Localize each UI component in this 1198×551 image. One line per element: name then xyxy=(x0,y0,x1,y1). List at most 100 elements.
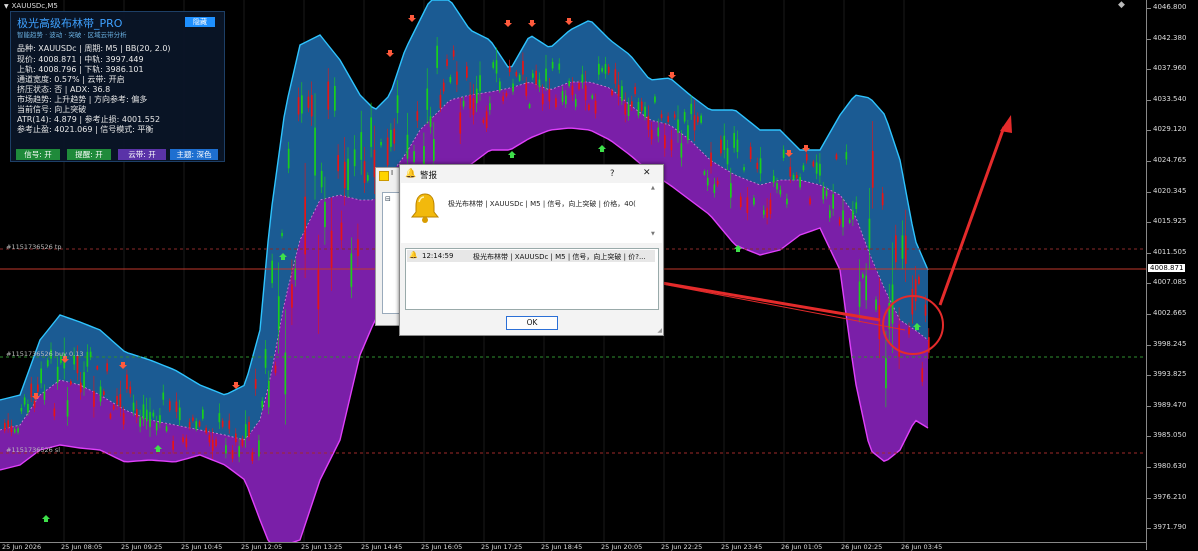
candle-body xyxy=(885,358,887,389)
dropdown-triangle-icon[interactable]: ▼ xyxy=(4,3,9,10)
candle-body xyxy=(70,381,72,385)
close-button[interactable]: ✕ xyxy=(643,168,651,178)
candle-body xyxy=(314,127,316,176)
symbol-text: XAUUSDc,M5 xyxy=(11,2,58,10)
candle-body xyxy=(152,412,155,417)
candle-body xyxy=(449,76,452,83)
candle-body xyxy=(106,363,108,372)
candle-body xyxy=(835,154,838,160)
candle-body xyxy=(304,196,306,255)
ok-button[interactable]: OK xyxy=(506,316,558,330)
bell-icon: 🔔 xyxy=(405,169,417,179)
candle-body xyxy=(89,351,92,357)
message-scrollbar[interactable]: ▲ ▼ xyxy=(651,185,659,241)
alert-time: 12:14:59 xyxy=(422,252,454,260)
candle-body xyxy=(693,115,696,131)
candle-body xyxy=(53,408,56,417)
candle-body xyxy=(581,74,584,83)
candle-body xyxy=(687,125,689,140)
candle-body xyxy=(175,401,178,412)
cloud-toggle-button[interactable]: 云带: 开 xyxy=(118,149,166,160)
price-tick-label: 4007.085 xyxy=(1146,278,1187,287)
candle-body xyxy=(291,284,293,308)
candle-body xyxy=(393,128,396,144)
candle-body xyxy=(763,210,765,215)
candle-body xyxy=(211,439,214,451)
trend-arrow-shaft xyxy=(938,126,1006,306)
resize-grip-icon[interactable]: ◢ xyxy=(657,327,662,334)
candle-body xyxy=(822,187,825,200)
candle-body xyxy=(611,90,613,96)
candle-body xyxy=(459,112,462,134)
candle-body xyxy=(766,207,768,218)
trend-arrow-head xyxy=(1000,115,1012,133)
candle-body xyxy=(782,149,785,158)
candle-body xyxy=(294,268,297,280)
alert-dialog[interactable]: 🔔 警报 ? ✕ 极光布林带 | XAUUSDc | M5 | 信号，向上突破 … xyxy=(399,164,664,336)
candle-body xyxy=(772,175,775,183)
candle-body xyxy=(508,65,511,72)
candle-body xyxy=(10,425,13,433)
candle-body xyxy=(17,428,19,433)
theme-toggle-button[interactable]: 主题: 深色 xyxy=(170,149,218,160)
candle-body xyxy=(56,366,59,383)
buy-arrow-icon xyxy=(598,145,606,152)
candle-body xyxy=(845,152,848,160)
large-bell-icon xyxy=(410,193,440,223)
candle-body xyxy=(680,143,683,158)
candle-body xyxy=(238,446,240,457)
tree-expander-icon[interactable]: ⊟ xyxy=(385,195,391,203)
candle-body xyxy=(337,154,339,172)
signal-toggle-button[interactable]: 信号: 开 xyxy=(16,149,60,160)
list-item[interactable]: 🔔 12:14:59 极光布林带 | XAUUSDc | M5 | 信号，向上突… xyxy=(407,250,655,262)
candle-body xyxy=(439,94,442,109)
scroll-up-icon[interactable]: ▲ xyxy=(651,185,655,191)
candle-body xyxy=(690,103,693,115)
price-tick-label: 4011.505 xyxy=(1146,247,1187,256)
background-dialog-title: I xyxy=(391,169,394,177)
candle-body xyxy=(776,183,778,190)
candle-body xyxy=(499,81,501,91)
indicator-info-panel: 极光高级布林带_PRO 智能趋势 · 波动 · 突破 · 区域云带分析 隐藏 品… xyxy=(10,11,225,162)
help-button[interactable]: ? xyxy=(610,169,615,179)
candle-body xyxy=(340,222,343,241)
candle-body xyxy=(122,413,125,425)
candle-body xyxy=(908,327,910,335)
candle-body xyxy=(271,260,273,284)
candle-body xyxy=(350,253,353,287)
candle-body xyxy=(436,45,438,68)
candle-body xyxy=(109,413,112,419)
alert-message-text: 极光布林带 | XAUUSDc | M5 | 信号，向上突破 | 价格，40( xyxy=(448,200,636,208)
candle-body xyxy=(284,352,287,395)
candle-body xyxy=(739,196,742,208)
candle-body xyxy=(545,68,547,82)
candle-body xyxy=(571,85,574,96)
candle-body xyxy=(858,281,861,307)
candle-body xyxy=(796,175,798,179)
alert-toggle-button[interactable]: 提醒: 开 xyxy=(67,149,111,160)
candle-body xyxy=(258,440,260,457)
price-axis[interactable]: 4046.800 4042.380 4037.960 4033.540 4029.120… xyxy=(1146,0,1198,550)
candle-body xyxy=(743,167,745,171)
candle-body xyxy=(208,435,211,443)
candle-body xyxy=(40,368,42,384)
candle-body xyxy=(112,405,115,410)
candle-body xyxy=(842,210,844,228)
candle-body xyxy=(525,82,528,96)
candle-body xyxy=(825,190,828,197)
candle-body xyxy=(792,175,795,180)
candle-body xyxy=(139,417,141,427)
candle-body xyxy=(169,401,171,411)
candle-body xyxy=(479,75,481,92)
alert-history-list[interactable]: 🔔 12:14:59 极光布林带 | XAUUSDc | M5 | 信号，向上突… xyxy=(405,248,659,310)
price-tick-label: 3993.825 xyxy=(1146,370,1187,379)
candle-body xyxy=(4,422,6,431)
hide-button[interactable]: 隐藏 xyxy=(185,17,215,27)
candle-body xyxy=(20,407,23,412)
candle-body xyxy=(924,304,927,316)
sell-arrow-icon xyxy=(565,18,573,25)
candle-body xyxy=(13,428,16,433)
candle-body xyxy=(251,452,254,461)
scroll-down-icon[interactable]: ▼ xyxy=(651,231,655,237)
candle-body xyxy=(178,407,181,421)
